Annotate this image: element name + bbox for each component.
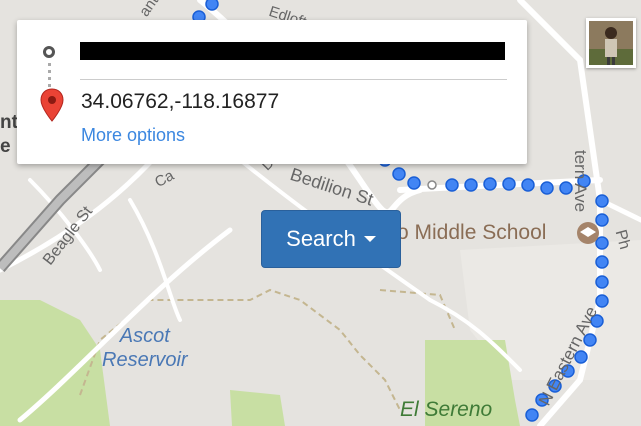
route-dot bbox=[540, 181, 554, 195]
person-photo-icon bbox=[589, 21, 633, 65]
route-dot bbox=[392, 167, 406, 181]
destination-field[interactable]: 34.06762,-118.16877 bbox=[81, 90, 279, 114]
origin-input-redacted[interactable] bbox=[80, 42, 505, 60]
route-connector-icon bbox=[48, 63, 51, 88]
route-dot bbox=[502, 177, 516, 191]
route-dot bbox=[205, 0, 219, 11]
route-dot bbox=[595, 194, 609, 208]
street-view-thumbnail[interactable] bbox=[586, 18, 636, 68]
route-dot bbox=[445, 178, 459, 192]
map-label-middle-school: o Middle School bbox=[397, 221, 547, 244]
route-dot bbox=[483, 177, 497, 191]
search-button[interactable]: Search bbox=[261, 210, 401, 268]
map-label-tern-ave: tern Ave bbox=[571, 150, 590, 213]
map-label-el-sereno: El Sereno bbox=[400, 398, 493, 421]
route-dot bbox=[595, 294, 609, 308]
route-dot bbox=[595, 275, 609, 289]
route-dot bbox=[464, 178, 478, 192]
route-dot bbox=[595, 236, 609, 250]
route-dot bbox=[525, 408, 539, 422]
map-label-e: e bbox=[0, 136, 11, 157]
route-dot bbox=[595, 255, 609, 269]
directions-card: 34.06762,-118.16877 More options bbox=[17, 20, 527, 164]
origin-marker-icon bbox=[43, 46, 55, 58]
park-area-center bbox=[230, 390, 285, 426]
route-waypoint bbox=[427, 180, 437, 190]
route-dot bbox=[595, 213, 609, 227]
caret-down-icon bbox=[363, 236, 376, 242]
street-view-photo bbox=[589, 21, 633, 65]
search-button-label: Search bbox=[286, 226, 356, 251]
route-dot bbox=[521, 178, 535, 192]
more-options-link[interactable]: More options bbox=[81, 125, 185, 146]
school-icon bbox=[577, 222, 599, 244]
map-label-ascot-reservoir: Ascot Reservoir bbox=[102, 325, 188, 371]
route-dot bbox=[407, 176, 421, 190]
destination-pin-icon bbox=[40, 88, 64, 122]
divider bbox=[80, 79, 507, 80]
